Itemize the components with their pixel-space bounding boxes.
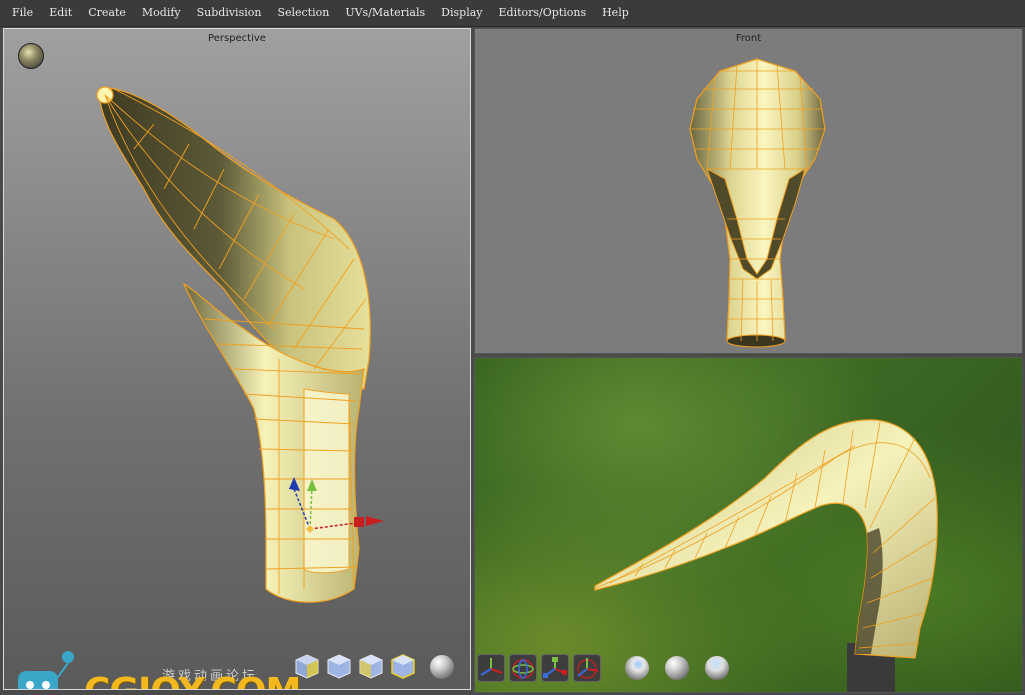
perspective-mesh[interactable] bbox=[4, 29, 470, 689]
menu-uvs-materials[interactable]: UVs/Materials bbox=[337, 0, 433, 26]
menu-modify[interactable]: Modify bbox=[134, 0, 189, 26]
rotate-tool-icon bbox=[512, 659, 534, 679]
menu-selection[interactable]: Selection bbox=[269, 0, 337, 26]
scale-tool-button[interactable] bbox=[541, 654, 569, 682]
sphere-light-icon[interactable] bbox=[625, 656, 649, 680]
menu-file[interactable]: File bbox=[0, 0, 41, 26]
robot-mascot-icon bbox=[18, 651, 74, 689]
cgjoy-watermark: 游戏动画论坛 CGJOY.COM bbox=[12, 649, 312, 689]
render-mesh[interactable] bbox=[475, 358, 1022, 692]
universal-tool-icon bbox=[577, 658, 599, 679]
sphere-env-icon[interactable] bbox=[705, 656, 729, 680]
perspective-viewport[interactable]: Perspective 游戏动画论坛 bbox=[3, 28, 471, 690]
scale-tool-icon bbox=[543, 657, 567, 678]
menu-edit[interactable]: Edit bbox=[41, 0, 80, 26]
cube-shaded-icon[interactable] bbox=[326, 653, 352, 679]
front-mesh[interactable] bbox=[475, 29, 1022, 353]
front-viewport[interactable]: Front bbox=[474, 28, 1023, 354]
cube-wireframe-icon[interactable] bbox=[294, 653, 320, 679]
sphere-material-icon[interactable] bbox=[430, 655, 454, 679]
cube-shaded-wire-icon[interactable] bbox=[358, 653, 384, 679]
sphere-shade-icon[interactable] bbox=[665, 656, 689, 680]
menu-subdivision[interactable]: Subdivision bbox=[189, 0, 270, 26]
cube-textured-icon[interactable] bbox=[390, 653, 416, 679]
menu-editors-options[interactable]: Editors/Options bbox=[491, 0, 595, 26]
move-tool-button[interactable] bbox=[477, 654, 505, 682]
universal-tool-button[interactable] bbox=[573, 654, 601, 682]
render-viewport[interactable] bbox=[474, 357, 1023, 693]
menu-display[interactable]: Display bbox=[433, 0, 490, 26]
rotate-tool-button[interactable] bbox=[509, 654, 537, 682]
menu-help[interactable]: Help bbox=[594, 0, 637, 26]
menu-bar: File Edit Create Modify Subdivision Sele… bbox=[0, 0, 1025, 27]
move-tool-icon bbox=[480, 658, 503, 676]
menu-create[interactable]: Create bbox=[80, 0, 134, 26]
watermark-logo-text: CGJOY.COM bbox=[84, 671, 301, 689]
